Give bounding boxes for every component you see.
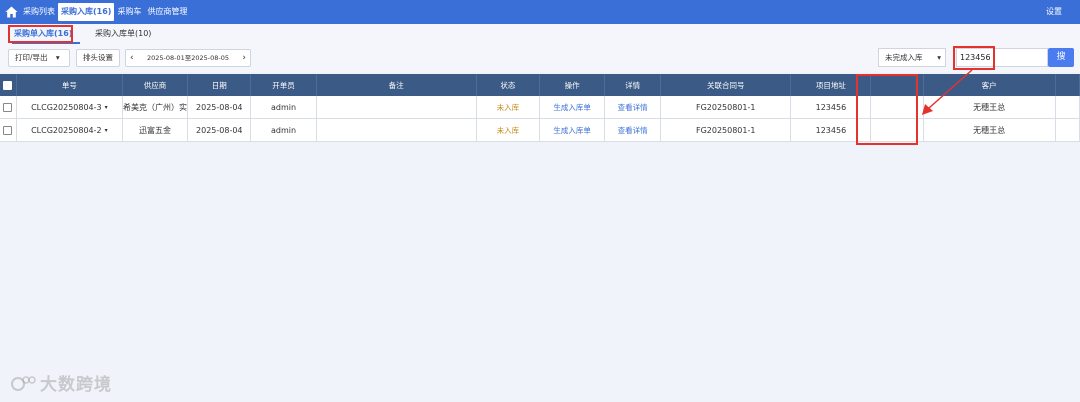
status-select-value: 未完成入库 <box>885 53 923 62</box>
top-nav: 采购列表 采购入库(16) 采购车 供应商管理 设置 <box>0 0 1080 24</box>
order-no: CLCG20250804-2 <box>31 125 102 135</box>
home-icon[interactable] <box>2 0 20 24</box>
view-detail-link[interactable]: 查看详情 <box>605 119 662 141</box>
nav-purchase-cart[interactable]: 采购车 <box>114 0 144 24</box>
generate-receipt-link[interactable]: 生成入库单 <box>540 96 606 118</box>
supplier: 希美克（广州）实 <box>123 96 189 118</box>
search-input[interactable]: 123456 <box>956 48 1048 67</box>
table-row[interactable]: CLCG20250804-3 ▾ 希美克（广州）实 2025-08-04 admi… <box>0 96 1080 119</box>
watermark-text: 大数跨境 <box>40 375 112 395</box>
view-detail-link[interactable]: 查看详情 <box>605 96 662 118</box>
project-address: 123456 <box>791 119 872 141</box>
chevron-right-icon[interactable]: › <box>242 50 246 66</box>
header-order-no: 单号 <box>17 74 123 96</box>
status-select[interactable]: 未完成入库 ▾ <box>878 48 946 67</box>
table-header: 单号 供应商 日期 开单员 备注 状态 操作 详情 关联合同号 项目地址 客户 <box>0 74 1080 96</box>
nav-purchase-list[interactable]: 采购列表 <box>20 0 58 24</box>
row-checkbox[interactable] <box>3 125 13 135</box>
generate-receipt-link[interactable]: 生成入库单 <box>540 119 606 141</box>
settings-link[interactable]: 设置 <box>1046 0 1062 24</box>
customer: 无穗王总 <box>924 96 1056 118</box>
creator: admin <box>251 119 317 141</box>
nav-purchase-inbound[interactable]: 采购入库(16) <box>58 3 115 21</box>
column-order-button[interactable]: 排头设置 <box>76 49 120 67</box>
print-export-button[interactable]: 打印/导出 ▾ <box>8 49 70 67</box>
header-note: 备注 <box>317 74 477 96</box>
date-range-picker[interactable]: ‹ 2025-08-01至2025-08-05 › <box>125 49 251 67</box>
sub-tabs: 采购单入库(16) 采购入库单(10) <box>0 24 1080 46</box>
row-checkbox[interactable] <box>3 102 13 112</box>
date-range-text: 2025-08-01至2025-08-05 <box>146 54 230 62</box>
nav-supplier-management[interactable]: 供应商管理 <box>144 0 190 24</box>
tab-purchase-inbound-receipt[interactable]: 采购入库单(10) <box>95 28 151 39</box>
note <box>317 119 477 141</box>
header-action: 操作 <box>540 74 606 96</box>
project-address: 123456 <box>791 96 872 118</box>
contract-no: FG20250801-1 <box>661 119 792 141</box>
header-date: 日期 <box>188 74 252 96</box>
select-all-checkbox[interactable] <box>3 80 13 90</box>
header-address: 项目地址 <box>791 74 872 96</box>
note <box>317 96 477 118</box>
header-customer: 客户 <box>924 74 1056 96</box>
creator: admin <box>251 96 317 118</box>
chevron-left-icon[interactable]: ‹ <box>130 50 134 66</box>
inbound-table: 单号 供应商 日期 开单员 备注 状态 操作 详情 关联合同号 项目地址 客户 … <box>0 74 1080 142</box>
print-export-label: 打印/导出 <box>15 53 48 62</box>
header-contract: 关联合同号 <box>661 74 792 96</box>
toolbar: 打印/导出 ▾ 排头设置 ‹ 2025-08-01至2025-08-05 › 未… <box>0 46 1080 72</box>
caret-down-icon[interactable]: ▾ <box>105 104 108 111</box>
date: 2025-08-04 <box>188 119 252 141</box>
header-status: 状态 <box>477 74 541 96</box>
watermark-logo: 大数跨境 <box>10 370 112 395</box>
order-no: CLCG20250804-3 <box>31 102 102 112</box>
tab-purchase-order-inbound[interactable]: 采购单入库(16) <box>11 28 81 44</box>
status: 未入库 <box>477 119 541 141</box>
header-creator: 开单员 <box>251 74 317 96</box>
header-detail: 详情 <box>605 74 662 96</box>
date: 2025-08-04 <box>188 96 252 118</box>
watermark-icon <box>11 375 36 391</box>
table-row[interactable]: CLCG20250804-2 ▾ 迅富五金 2025-08-04 admin 未入… <box>0 119 1080 142</box>
status: 未入库 <box>477 96 541 118</box>
caret-down-icon: ▾ <box>55 53 60 62</box>
header-supplier: 供应商 <box>123 74 189 96</box>
select-arrow-icon: ▾ <box>937 53 941 62</box>
contract-no: FG20250801-1 <box>661 96 792 118</box>
supplier: 迅富五金 <box>123 119 189 141</box>
customer: 无穗王总 <box>924 119 1056 141</box>
search-button[interactable]: 搜 <box>1048 48 1074 67</box>
caret-down-icon[interactable]: ▾ <box>105 127 108 134</box>
